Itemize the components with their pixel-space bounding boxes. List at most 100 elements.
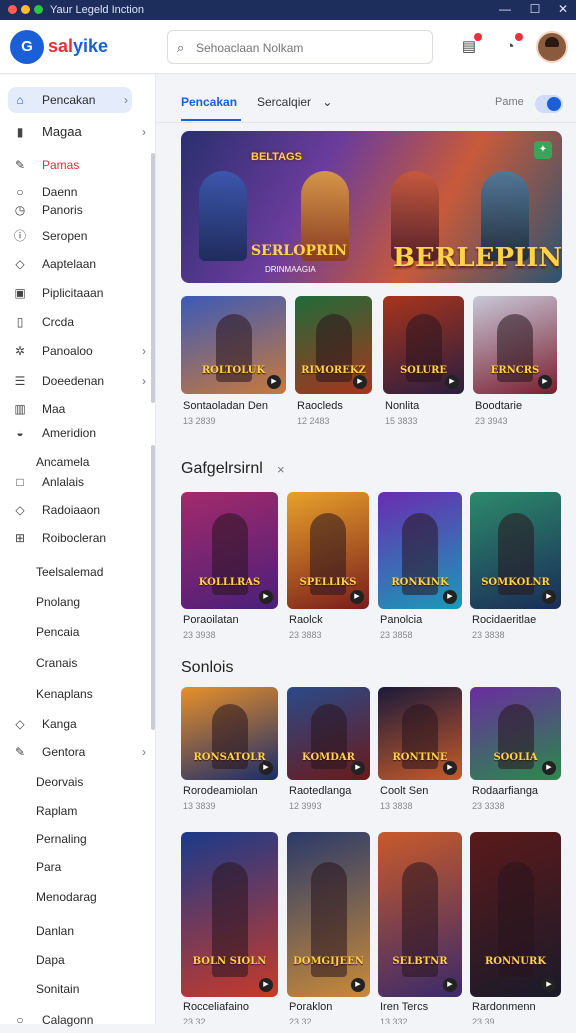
brand-name[interactable]: salyike: [48, 36, 108, 57]
play-icon[interactable]: ▶: [353, 375, 367, 389]
sidebar-item-maa[interactable]: ▥ Maa: [8, 396, 150, 422]
sidebar-item-calagonn[interactable]: ○ Calagonn: [8, 1007, 150, 1033]
sidebar-item-pamas[interactable]: ✎ Pamas: [8, 152, 150, 178]
view-toggle[interactable]: [535, 95, 563, 113]
close-icon[interactable]: ✕: [552, 2, 574, 16]
leaf-icon[interactable]: ✦: [534, 141, 552, 159]
play-icon[interactable]: ▶: [538, 375, 552, 389]
game-cover-art[interactable]: DOMGIJEEN ▶: [287, 832, 370, 997]
sidebar-item-deorvais[interactable]: Deorvais: [8, 769, 150, 795]
play-icon[interactable]: ▶: [542, 761, 556, 775]
game-title[interactable]: Rocidaeritlae: [472, 614, 536, 626]
game-cover-art[interactable]: SELBTNR ▶: [378, 832, 462, 997]
play-icon[interactable]: ▶: [259, 590, 273, 604]
game-cover-art[interactable]: RIMOREKZ ▶: [295, 296, 372, 394]
play-icon[interactable]: ▶: [259, 978, 273, 992]
maximize-icon[interactable]: ☐: [524, 2, 546, 16]
bell-icon[interactable]: ◔: [499, 33, 523, 58]
game-title[interactable]: Rorodeamiolan: [183, 785, 258, 797]
sidebar-scrollbar-lower[interactable]: [151, 445, 155, 730]
play-icon[interactable]: ▶: [542, 978, 556, 992]
sidebar-item-teelsalemad[interactable]: Teelsalemad: [8, 559, 150, 585]
game-title[interactable]: Panolcia: [380, 614, 422, 626]
search-box[interactable]: ⌕: [167, 30, 433, 64]
game-cover-art[interactable]: ROLTOLUK ▶: [181, 296, 286, 394]
play-icon[interactable]: ▶: [443, 761, 457, 775]
game-title[interactable]: Coolt Sen: [380, 785, 428, 797]
game-title[interactable]: Boodtarie: [475, 400, 522, 412]
sidebar-item-kanga[interactable]: ◇ Kanga: [8, 711, 150, 737]
game-title[interactable]: Nonlita: [385, 400, 419, 412]
maximize-window-button[interactable]: [34, 5, 43, 14]
sidebar-item-radoiaaon[interactable]: ◇ Radoiaaon: [8, 497, 150, 523]
sidebar-item-crcda[interactable]: ▯ Crcda: [8, 309, 150, 335]
sidebar-item-seropen[interactable]: ⓘ Seropen: [8, 223, 150, 249]
app-logo[interactable]: G: [10, 30, 44, 64]
sidebar-item-cranais[interactable]: Cranais: [8, 650, 150, 676]
tab-pencakan[interactable]: Pencakan: [181, 95, 237, 109]
game-cover-art[interactable]: RONNURK ▶: [470, 832, 561, 997]
sidebar-item-pernaling[interactable]: Pernaling: [8, 826, 150, 852]
close-icon[interactable]: ×: [277, 462, 285, 477]
sidebar-item-kenaplans[interactable]: Kenaplans: [8, 681, 150, 707]
game-cover-art[interactable]: RONTINE ▶: [378, 687, 462, 780]
sidebar-item-pencakan[interactable]: ⌂ Pencakan ›: [8, 87, 132, 113]
close-window-button[interactable]: [8, 5, 17, 14]
sidebar-item-danlan[interactable]: Danlan: [8, 918, 150, 944]
avatar[interactable]: [536, 31, 568, 63]
sidebar-item-raplam[interactable]: Raplam: [8, 798, 150, 824]
game-cover-art[interactable]: KOMDAR ▶: [287, 687, 370, 780]
game-cover-art[interactable]: SOLURE ▶: [383, 296, 464, 394]
sidebar-item-magaa[interactable]: ▮ Magaa ›: [8, 119, 150, 145]
sidebar-item-ameridion[interactable]: ◒ Ameridion: [8, 420, 150, 446]
play-icon[interactable]: ▶: [259, 761, 273, 775]
sidebar-scrollbar[interactable]: [151, 153, 155, 403]
sidebar-item-aaptelaan[interactable]: ◇ Aaptelaan: [8, 251, 150, 277]
search-input[interactable]: [196, 38, 426, 58]
game-title[interactable]: Iren Tercs: [380, 1001, 428, 1013]
play-icon[interactable]: ▶: [443, 590, 457, 604]
game-cover-art[interactable]: BOLN SIOLN ▶: [181, 832, 278, 997]
game-cover-art[interactable]: SOOLIA ▶: [470, 687, 561, 780]
sidebar-item-anlalais[interactable]: □ Anlalais: [8, 469, 150, 495]
sidebar-item-menodarag[interactable]: Menodarag: [8, 884, 150, 910]
game-title[interactable]: Rardonmenn: [472, 1001, 536, 1013]
sidebar-item-gentora[interactable]: ✎ Gentora ›: [8, 739, 150, 765]
game-cover-art[interactable]: SPELLIKS ▶: [287, 492, 369, 609]
featured-banner[interactable]: BELTAGS SERLOPRIN DRINMAAGIA BERLEPIIN ✦: [181, 131, 562, 283]
play-icon[interactable]: ▶: [351, 761, 365, 775]
game-title[interactable]: Raolck: [289, 614, 323, 626]
sidebar-item-panoris[interactable]: ◷ Panoris: [8, 197, 150, 223]
play-icon[interactable]: ▶: [542, 590, 556, 604]
sidebar-item-doeedenan[interactable]: ☰ Doeedenan ›: [8, 368, 150, 394]
sidebar-item-para[interactable]: Para: [8, 854, 150, 880]
minimize-icon[interactable]: —: [494, 2, 516, 16]
sidebar-item-panoaloo[interactable]: ✲ Panoaloo ›: [8, 338, 150, 364]
tab-sercalqier[interactable]: Sercalqier ⌄: [257, 95, 332, 109]
game-title[interactable]: Raocleds: [297, 400, 343, 412]
sidebar-item-sonitain[interactable]: Sonitain: [8, 976, 150, 1002]
sidebar-item-pencaia[interactable]: Pencaia: [8, 619, 150, 645]
play-icon[interactable]: ▶: [445, 375, 459, 389]
game-cover-art[interactable]: SOMKOLNR ▶: [470, 492, 561, 609]
game-title[interactable]: Rodaarfianga: [472, 785, 538, 797]
game-title[interactable]: Sontaoladan Den: [183, 400, 268, 412]
game-title[interactable]: Raotedlanga: [289, 785, 351, 797]
game-cover-art[interactable]: RONSATOLR ▶: [181, 687, 278, 780]
game-title[interactable]: Poraoilatan: [183, 614, 239, 626]
sidebar-item-roibocleran[interactable]: ⊞ Roibocleran: [8, 525, 150, 551]
play-icon[interactable]: ▶: [267, 375, 281, 389]
game-cover-art[interactable]: ERNCRS ▶: [473, 296, 557, 394]
minimize-window-button[interactable]: [21, 5, 30, 14]
game-cover-art[interactable]: RONKINK ▶: [378, 492, 462, 609]
game-title[interactable]: Poraklon: [289, 1001, 332, 1013]
clipboard-icon[interactable]: ▤: [458, 33, 482, 58]
game-title[interactable]: Rocceliafaino: [183, 1001, 249, 1013]
play-icon[interactable]: ▶: [351, 978, 365, 992]
game-cover-art[interactable]: KOLLLRAS ▶: [181, 492, 278, 609]
sidebar-item-pnolang[interactable]: Pnolang: [8, 589, 150, 615]
play-icon[interactable]: ▶: [443, 978, 457, 992]
sidebar-item-dapa[interactable]: Dapa: [8, 947, 150, 973]
play-icon[interactable]: ▶: [350, 590, 364, 604]
sidebar-item-piplicitaaan[interactable]: ▣ Piplicitaaan: [8, 280, 150, 306]
